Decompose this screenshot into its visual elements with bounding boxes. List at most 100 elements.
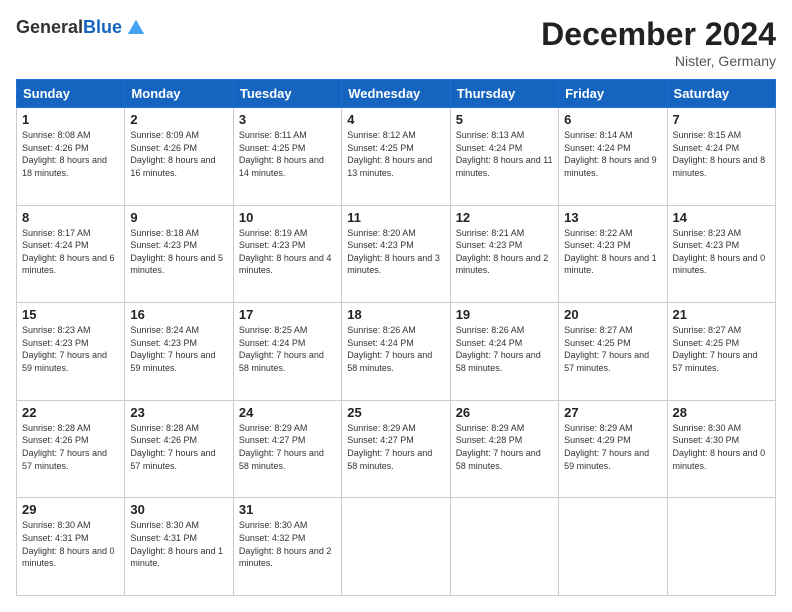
day-info: Sunrise: 8:23 AMSunset: 4:23 PMDaylight:… [673, 227, 770, 277]
location: Nister, Germany [541, 53, 776, 69]
day-number: 20 [564, 307, 661, 322]
col-monday: Monday [125, 80, 233, 108]
cell-w5-d0: 29 Sunrise: 8:30 AMSunset: 4:31 PMDayligh… [17, 498, 125, 596]
day-number: 28 [673, 405, 770, 420]
day-number: 18 [347, 307, 444, 322]
col-wednesday: Wednesday [342, 80, 450, 108]
cell-w4-d6: 28Sunrise: 8:30 AMSunset: 4:30 PMDayligh… [667, 400, 775, 498]
day-number: 6 [564, 112, 661, 127]
cell-w3-d6: 21 Sunrise: 8:27 AMSunset: 4:25 PMDayligh… [667, 303, 775, 401]
day-info: Sunrise: 8:28 AMSunset: 4:26 PMDaylight:… [130, 422, 227, 472]
cell-w2-d3: 11Sunrise: 8:20 AMSunset: 4:23 PMDayligh… [342, 205, 450, 303]
day-info: Sunrise: 8:27 AMSunset: 4:25 PMDaylight:… [564, 324, 661, 374]
logo: GeneralBlue [16, 16, 148, 40]
day-number: 3 [239, 112, 336, 127]
cell-w2-d0: 8 Sunrise: 8:17 AMSunset: 4:24 PMDaylight… [17, 205, 125, 303]
day-info: Sunrise: 8:29 AMSunset: 4:27 PMDaylight:… [347, 422, 444, 472]
cell-w3-d3: 18 Sunrise: 8:26 AMSunset: 4:24 PMDayligh… [342, 303, 450, 401]
day-info: Sunrise: 8:30 AMSunset: 4:31 PMDaylight:… [22, 519, 119, 569]
day-info: Sunrise: 8:19 AMSunset: 4:23 PMDaylight:… [239, 227, 336, 277]
day-number: 27 [564, 405, 661, 420]
day-info: Sunrise: 8:26 AMSunset: 4:24 PMDaylight:… [456, 324, 553, 374]
cell-w3-d2: 17 Sunrise: 8:25 AMSunset: 4:24 PMDayligh… [233, 303, 341, 401]
day-number: 21 [673, 307, 770, 322]
col-tuesday: Tuesday [233, 80, 341, 108]
cell-w5-d2: 31 Sunrise: 8:30 AMSunset: 4:32 PMDayligh… [233, 498, 341, 596]
cell-w5-d1: 30Sunrise: 8:30 AMSunset: 4:31 PMDayligh… [125, 498, 233, 596]
day-number: 25 [347, 405, 444, 420]
day-info: Sunrise: 8:20 AMSunset: 4:23 PMDaylight:… [347, 227, 444, 277]
cell-w3-d5: 20 Sunrise: 8:27 AMSunset: 4:25 PMDayligh… [559, 303, 667, 401]
week-row-2: 8 Sunrise: 8:17 AMSunset: 4:24 PMDaylight… [17, 205, 776, 303]
day-info: Sunrise: 8:15 AMSunset: 4:24 PMDaylight:… [673, 129, 770, 179]
day-info: Sunrise: 8:14 AMSunset: 4:24 PMDaylight:… [564, 129, 661, 179]
cell-w5-d6 [667, 498, 775, 596]
day-number: 12 [456, 210, 553, 225]
cell-w2-d1: 9 Sunrise: 8:18 AMSunset: 4:23 PMDaylight… [125, 205, 233, 303]
day-number: 7 [673, 112, 770, 127]
day-number: 22 [22, 405, 119, 420]
day-number: 26 [456, 405, 553, 420]
week-row-1: 1Sunrise: 8:08 AMSunset: 4:26 PMDaylight… [17, 108, 776, 206]
cell-w3-d4: 19 Sunrise: 8:26 AMSunset: 4:24 PMDayligh… [450, 303, 558, 401]
logo-icon [124, 16, 148, 40]
col-friday: Friday [559, 80, 667, 108]
day-number: 13 [564, 210, 661, 225]
cell-w5-d5 [559, 498, 667, 596]
cell-w2-d5: 13 Sunrise: 8:22 AMSunset: 4:23 PMDayligh… [559, 205, 667, 303]
cell-w2-d6: 14 Sunrise: 8:23 AMSunset: 4:23 PMDayligh… [667, 205, 775, 303]
col-saturday: Saturday [667, 80, 775, 108]
logo-text: GeneralBlue [16, 18, 122, 38]
day-info: Sunrise: 8:21 AMSunset: 4:23 PMDaylight:… [456, 227, 553, 277]
logo-general: General [16, 17, 83, 37]
cell-w1-d3: 4Sunrise: 8:12 AMSunset: 4:25 PMDaylight… [342, 108, 450, 206]
day-info: Sunrise: 8:22 AMSunset: 4:23 PMDaylight:… [564, 227, 661, 277]
day-number: 19 [456, 307, 553, 322]
day-info: Sunrise: 8:28 AMSunset: 4:26 PMDaylight:… [22, 422, 119, 472]
day-number: 29 [22, 502, 119, 517]
cell-w4-d1: 23 Sunrise: 8:28 AMSunset: 4:26 PMDayligh… [125, 400, 233, 498]
day-number: 4 [347, 112, 444, 127]
cell-w3-d1: 16Sunrise: 8:24 AMSunset: 4:23 PMDayligh… [125, 303, 233, 401]
title-area: December 2024 Nister, Germany [541, 16, 776, 69]
cell-w1-d1: 2Sunrise: 8:09 AMSunset: 4:26 PMDaylight… [125, 108, 233, 206]
day-number: 31 [239, 502, 336, 517]
cell-w1-d0: 1Sunrise: 8:08 AMSunset: 4:26 PMDaylight… [17, 108, 125, 206]
calendar-header-row: Sunday Monday Tuesday Wednesday Thursday… [17, 80, 776, 108]
day-number: 5 [456, 112, 553, 127]
day-number: 24 [239, 405, 336, 420]
day-info: Sunrise: 8:27 AMSunset: 4:25 PMDaylight:… [673, 324, 770, 374]
day-info: Sunrise: 8:26 AMSunset: 4:24 PMDaylight:… [347, 324, 444, 374]
cell-w4-d5: 27Sunrise: 8:29 AMSunset: 4:29 PMDayligh… [559, 400, 667, 498]
cell-w1-d6: 7 Sunrise: 8:15 AMSunset: 4:24 PMDaylight… [667, 108, 775, 206]
day-info: Sunrise: 8:09 AMSunset: 4:26 PMDaylight:… [130, 129, 227, 179]
week-row-3: 15Sunrise: 8:23 AMSunset: 4:23 PMDayligh… [17, 303, 776, 401]
day-info: Sunrise: 8:25 AMSunset: 4:24 PMDaylight:… [239, 324, 336, 374]
day-info: Sunrise: 8:17 AMSunset: 4:24 PMDaylight:… [22, 227, 119, 277]
col-sunday: Sunday [17, 80, 125, 108]
cell-w2-d4: 12 Sunrise: 8:21 AMSunset: 4:23 PMDayligh… [450, 205, 558, 303]
day-info: Sunrise: 8:29 AMSunset: 4:28 PMDaylight:… [456, 422, 553, 472]
month-title: December 2024 [541, 16, 776, 53]
cell-w3-d0: 15Sunrise: 8:23 AMSunset: 4:23 PMDayligh… [17, 303, 125, 401]
day-number: 9 [130, 210, 227, 225]
cell-w1-d2: 3Sunrise: 8:11 AMSunset: 4:25 PMDaylight… [233, 108, 341, 206]
day-number: 14 [673, 210, 770, 225]
day-number: 8 [22, 210, 119, 225]
day-info: Sunrise: 8:18 AMSunset: 4:23 PMDaylight:… [130, 227, 227, 277]
day-info: Sunrise: 8:30 AMSunset: 4:32 PMDaylight:… [239, 519, 336, 569]
day-info: Sunrise: 8:23 AMSunset: 4:23 PMDaylight:… [22, 324, 119, 374]
logo-blue: Blue [83, 17, 122, 37]
cell-w2-d2: 10Sunrise: 8:19 AMSunset: 4:23 PMDayligh… [233, 205, 341, 303]
cell-w5-d3 [342, 498, 450, 596]
calendar-body: 1Sunrise: 8:08 AMSunset: 4:26 PMDaylight… [17, 108, 776, 596]
week-row-4: 22 Sunrise: 8:28 AMSunset: 4:26 PMDayligh… [17, 400, 776, 498]
day-number: 17 [239, 307, 336, 322]
cell-w4-d2: 24Sunrise: 8:29 AMSunset: 4:27 PMDayligh… [233, 400, 341, 498]
day-number: 1 [22, 112, 119, 127]
cell-w4-d4: 26 Sunrise: 8:29 AMSunset: 4:28 PMDayligh… [450, 400, 558, 498]
day-number: 16 [130, 307, 227, 322]
day-info: Sunrise: 8:30 AMSunset: 4:31 PMDaylight:… [130, 519, 227, 569]
calendar-page: GeneralBlue December 2024 Nister, German… [0, 0, 792, 612]
day-number: 23 [130, 405, 227, 420]
